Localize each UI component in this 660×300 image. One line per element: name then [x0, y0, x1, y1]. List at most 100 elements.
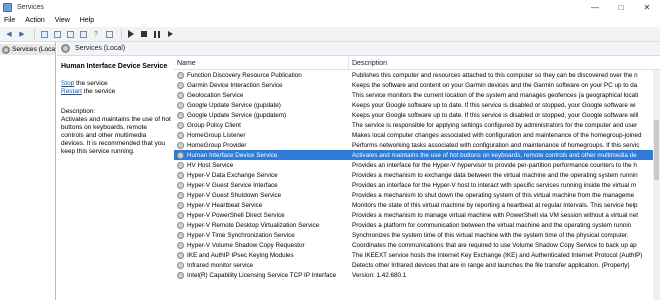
- service-name-cell: Hyper-V Guest Shutdown Service: [174, 191, 349, 199]
- gear-icon: [177, 241, 184, 249]
- close-icon[interactable]: ✕: [634, 0, 660, 14]
- gear-icon: [177, 101, 184, 109]
- table-row[interactable]: Group Policy Client The service is respon…: [174, 120, 660, 130]
- table-row[interactable]: Hyper-V Guest Shutdown Service Provides a…: [174, 190, 660, 200]
- service-name-cell: Hyper-V Volume Shadow Copy Requestor: [174, 241, 349, 249]
- service-name: HomeGroup Provider: [187, 141, 247, 149]
- stop-service-link[interactable]: Stop: [61, 80, 74, 87]
- service-description: Performs networking tasks associated wit…: [352, 141, 640, 149]
- menu-help[interactable]: Help: [80, 17, 94, 24]
- table-row[interactable]: Hyper-V Remote Desktop Virtualization Se…: [174, 220, 660, 230]
- service-description: Keeps the software and content on your G…: [352, 81, 638, 89]
- table-row[interactable]: HomeGroup Listener Makes local computer c…: [174, 130, 660, 140]
- console-icon[interactable]: [104, 29, 114, 39]
- stop-service-icon[interactable]: [139, 29, 149, 39]
- service-name-cell: Geolocation Service: [174, 91, 349, 99]
- restart-service-link[interactable]: Restart: [61, 88, 82, 95]
- column-header-name[interactable]: Name: [174, 57, 349, 70]
- service-name: HV Host Service: [187, 161, 234, 169]
- back-icon[interactable]: ◀: [4, 29, 14, 39]
- column-header-description[interactable]: Description: [349, 60, 660, 67]
- scrollbar-thumb[interactable]: [654, 120, 659, 180]
- service-description: Monitors the state of this virtual machi…: [352, 201, 638, 209]
- service-name: Human Interface Device Service: [187, 151, 278, 159]
- table-row[interactable]: Hyper-V Guest Service Interface Provides …: [174, 180, 660, 190]
- vertical-scrollbar[interactable]: [653, 70, 660, 300]
- service-description: Publishes this computer and resources at…: [352, 71, 638, 79]
- service-name-cell: Infrared monitor service: [174, 261, 349, 269]
- service-description: Provides a platform for communication be…: [352, 221, 632, 229]
- table-row[interactable]: Google Update Service (gupdate) Keeps you…: [174, 100, 660, 110]
- stop-service-suffix: the service: [74, 80, 108, 87]
- start-service-icon[interactable]: [126, 29, 136, 39]
- menu-bar: File Action View Help: [0, 14, 660, 27]
- table-row[interactable]: Function Discovery Resource Publication P…: [174, 70, 660, 80]
- table-row[interactable]: HV Host Service Provides an interface for…: [174, 160, 660, 170]
- service-description: Provides a mechanism to shut down the op…: [352, 191, 635, 199]
- window-title: Services: [17, 3, 44, 11]
- menu-view[interactable]: View: [55, 17, 70, 24]
- gear-icon: [177, 141, 184, 149]
- service-name: Hyper-V Heartbeat Service: [187, 201, 263, 209]
- title-bar: Services — □ ✕: [0, 0, 660, 14]
- service-details-pane: Human Interface Device Service Stop the …: [57, 57, 174, 300]
- maximize-icon[interactable]: □: [608, 0, 634, 14]
- service-name: HomeGroup Listener: [187, 131, 246, 139]
- table-row[interactable]: HomeGroup Provider Performs networking ta…: [174, 140, 660, 150]
- table-body: Function Discovery Resource Publication P…: [174, 70, 660, 280]
- pause-service-icon[interactable]: [152, 29, 162, 39]
- services-table: Name Description Function Discovery Reso…: [174, 57, 660, 300]
- service-name: Group Policy Client: [187, 121, 241, 129]
- service-name: Google Update Service (gupdatem): [187, 111, 287, 119]
- table-row[interactable]: Google Update Service (gupdatem) Keeps yo…: [174, 110, 660, 120]
- menu-action[interactable]: Action: [25, 17, 44, 24]
- service-name: Function Discovery Resource Publication: [187, 71, 302, 79]
- service-description: Makes local computer changes associated …: [352, 131, 642, 139]
- service-name-cell: Google Update Service (gupdatem): [174, 111, 349, 119]
- restart-service-suffix: the service: [81, 88, 116, 95]
- gear-icon: [177, 171, 184, 179]
- window-controls: — □ ✕: [582, 0, 660, 14]
- gear-icon: [177, 151, 184, 159]
- service-description: Provides an interface for the Hyper-V ho…: [352, 181, 637, 189]
- table-row[interactable]: Garmin Device Interaction Service Keeps t…: [174, 80, 660, 90]
- service-name-cell: Hyper-V Guest Service Interface: [174, 181, 349, 189]
- restart-service-icon[interactable]: [165, 29, 175, 39]
- gear-icon: [177, 211, 184, 219]
- table-row[interactable]: Hyper-V PowerShell Direct Service Provide…: [174, 210, 660, 220]
- service-name-cell: Human Interface Device Service: [174, 151, 349, 159]
- description-text: Activates and maintains the use of hot b…: [61, 116, 171, 155]
- service-name: Hyper-V Guest Shutdown Service: [187, 191, 282, 199]
- menu-file[interactable]: File: [4, 17, 15, 24]
- service-description: Detects other Infrared devices that are …: [352, 261, 630, 269]
- table-row[interactable]: IKE and AuthIP IPsec Keying Modules The I…: [174, 250, 660, 260]
- gear-icon: [2, 45, 10, 54]
- gear-icon: [177, 131, 184, 139]
- gear-icon: [177, 111, 184, 119]
- tree-item-services-local[interactable]: Services (Loca: [0, 44, 55, 55]
- help-icon[interactable]: ?: [91, 29, 101, 39]
- gear-icon: [177, 261, 184, 269]
- refresh-icon[interactable]: [65, 29, 75, 39]
- table-row[interactable]: Hyper-V Heartbeat Service Monitors the st…: [174, 200, 660, 210]
- service-description: Keeps your Google software up to date. I…: [352, 111, 639, 119]
- properties-icon[interactable]: [52, 29, 62, 39]
- table-row[interactable]: Hyper-V Time Synchronization Service Sync…: [174, 230, 660, 240]
- show-hide-console-tree-icon[interactable]: [39, 29, 49, 39]
- minimize-icon[interactable]: —: [582, 0, 608, 14]
- forward-icon[interactable]: ▶: [17, 29, 27, 39]
- table-row[interactable]: Infrared monitor service Detects other In…: [174, 260, 660, 270]
- export-list-icon[interactable]: [78, 29, 88, 39]
- gear-icon: [177, 161, 184, 169]
- table-row[interactable]: Intel(R) Capability Licensing Service TC…: [174, 270, 660, 280]
- service-name: Hyper-V Guest Service Interface: [187, 181, 278, 189]
- table-row[interactable]: Hyper-V Data Exchange Service Provides a …: [174, 170, 660, 180]
- service-name: Infrared monitor service: [187, 261, 254, 269]
- table-row[interactable]: Geolocation Service This service monitors…: [174, 90, 660, 100]
- service-name: Hyper-V Data Exchange Service: [187, 171, 278, 179]
- service-description: Synchronizes the system time of this vir…: [352, 231, 629, 239]
- service-name: Hyper-V Volume Shadow Copy Requestor: [187, 241, 305, 249]
- service-name-cell: Hyper-V PowerShell Direct Service: [174, 211, 349, 219]
- table-row[interactable]: Human Interface Device Service Activates …: [174, 150, 660, 160]
- table-row[interactable]: Hyper-V Volume Shadow Copy Requestor Coor…: [174, 240, 660, 250]
